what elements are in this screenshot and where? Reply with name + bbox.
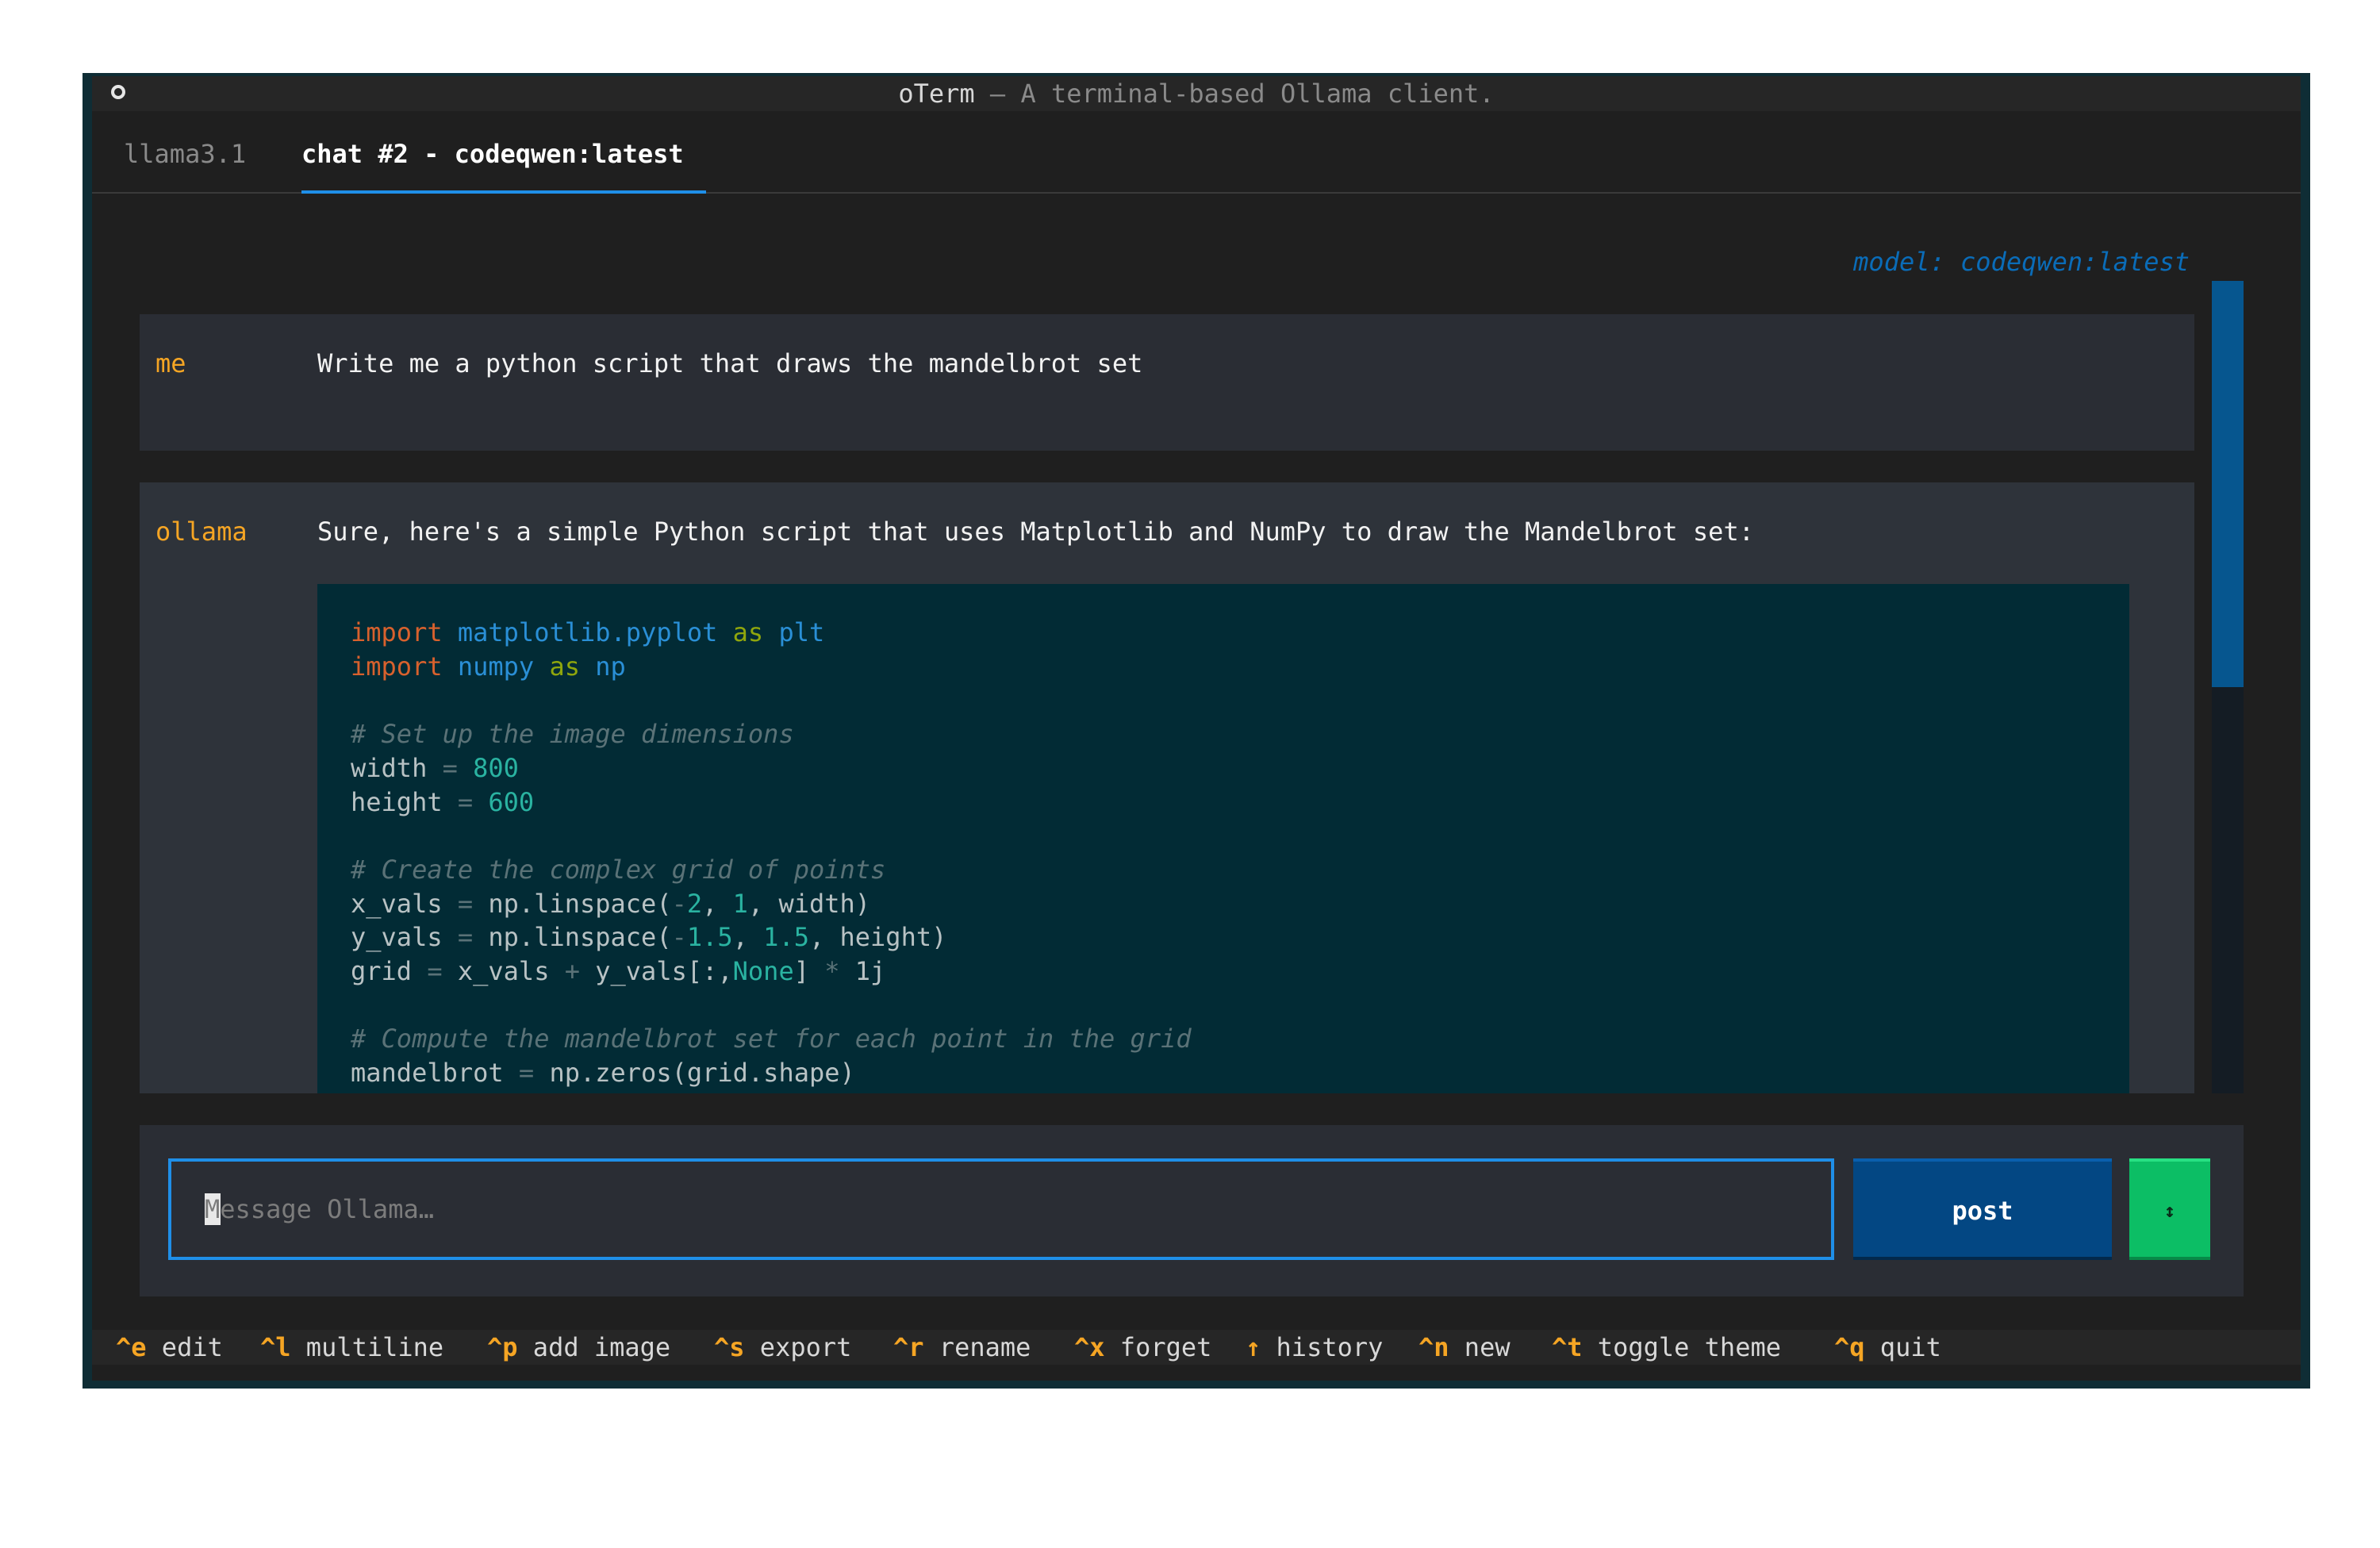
shortcut-edit[interactable]: ^e edit: [116, 1330, 223, 1365]
shortcut-label: history: [1276, 1332, 1384, 1362]
tab-chat-2[interactable]: chat #2 - codeqwen:latest: [301, 138, 684, 170]
message-author: me: [155, 348, 186, 378]
model-label: model: codeqwen:latest: [1853, 247, 2190, 277]
app-frame: oTerm — A terminal-based Ollama client. …: [92, 76, 2301, 1381]
active-tab-indicator: [301, 190, 706, 194]
shortcut-label: export: [759, 1332, 852, 1362]
code-line: width = 800: [351, 752, 519, 783]
shortcut-rename[interactable]: ^r rename: [893, 1330, 1031, 1365]
shortcut-forget[interactable]: ^x forget: [1074, 1330, 1211, 1365]
code-block[interactable]: import matplotlib.pyplot as plt import n…: [317, 584, 2129, 1093]
code-content: import matplotlib.pyplot as plt import n…: [351, 616, 1192, 1090]
shortcut-label: rename: [939, 1332, 1031, 1362]
shortcut-toggle-theme[interactable]: ^t toggle theme: [1552, 1330, 1781, 1365]
multiline-toggle-button[interactable]: ↕: [2129, 1158, 2210, 1260]
shortcut-key: ^e: [116, 1332, 147, 1362]
shortcut-label: multiline: [305, 1332, 444, 1362]
code-line: # Set up the image dimensions: [351, 719, 794, 750]
chat-scrollbar-thumb[interactable]: [2212, 281, 2244, 687]
shortcut-add-image[interactable]: ^p add image: [487, 1330, 670, 1365]
shortcut-label: add image: [532, 1332, 671, 1362]
shortcut-bar: ^e edit ^l multiline ^p add image ^s export…: [92, 1330, 2301, 1365]
message-input[interactable]: Message Ollama…: [168, 1158, 1834, 1260]
post-button[interactable]: post: [1853, 1158, 2112, 1260]
code-line: height = 600: [351, 786, 535, 817]
message-ollama: ollama Sure, here's a simple Python scri…: [140, 482, 2194, 1093]
shortcut-quit[interactable]: ^q quit: [1834, 1330, 1941, 1365]
message-me: me Write me a python script that draws t…: [140, 314, 2194, 451]
shortcut-key: ^n: [1418, 1332, 1449, 1362]
app-subtitle: — A terminal-based Ollama client.: [989, 79, 1495, 109]
shortcut-key: ↑: [1246, 1332, 1261, 1362]
code-line: y_vals = np.linspace(-1.5, 1.5, height): [351, 922, 947, 953]
input-placeholder: Message Ollama…: [205, 1194, 434, 1224]
chat-container: me Write me a python script that draws t…: [140, 314, 2194, 1093]
message-text: Write me a python script that draws the …: [317, 348, 1143, 378]
shortcut-label: toggle theme: [1597, 1332, 1781, 1362]
message-author: ollama: [155, 517, 248, 547]
tab-bar: llama3.1 chat #2 - codeqwen:latest: [92, 111, 2301, 195]
shortcut-new[interactable]: ^n new: [1418, 1330, 1511, 1365]
message-text: Sure, here's a simple Python script that…: [317, 517, 1754, 547]
title-bar: oTerm — A terminal-based Ollama client.: [92, 76, 2301, 111]
tab-llama3-1[interactable]: llama3.1: [124, 138, 246, 170]
shortcut-label: quit: [1879, 1332, 1941, 1362]
code-line: grid = x_vals + y_vals[:,None] * 1j: [351, 956, 886, 987]
code-line: import numpy as np: [351, 651, 626, 682]
terminal-window: oTerm — A terminal-based Ollama client. …: [83, 73, 2310, 1389]
shortcut-export[interactable]: ^s export: [714, 1330, 851, 1365]
shortcut-key: ^q: [1834, 1332, 1865, 1362]
shortcut-key: ^x: [1074, 1332, 1105, 1362]
composer-panel: Message Ollama… post ↕: [140, 1125, 2244, 1296]
code-line: # Create the complex grid of points: [351, 854, 886, 885]
code-line: # Compute the mandelbrot set for each po…: [351, 1024, 1192, 1054]
shortcut-label: edit: [161, 1332, 223, 1362]
shortcut-key: ^r: [893, 1332, 924, 1362]
shortcut-key: ^p: [487, 1332, 518, 1362]
shortcut-key: ^t: [1552, 1332, 1583, 1362]
window-circle-icon[interactable]: [111, 85, 125, 99]
shortcut-key: ^l: [260, 1332, 291, 1362]
code-line: import matplotlib.pyplot as plt: [351, 617, 825, 647]
code-line: x_vals = np.linspace(-2, 1, width): [351, 888, 871, 919]
shortcut-label: forget: [1119, 1332, 1212, 1362]
shortcut-multiline[interactable]: ^l multiline: [260, 1330, 443, 1365]
shortcut-history[interactable]: ↑ history: [1246, 1330, 1383, 1365]
app-name: oTerm: [898, 79, 975, 109]
code-line: mandelbrot = np.zeros(grid.shape): [351, 1058, 855, 1089]
shortcut-key: ^s: [714, 1332, 745, 1362]
shortcut-label: new: [1464, 1332, 1511, 1362]
